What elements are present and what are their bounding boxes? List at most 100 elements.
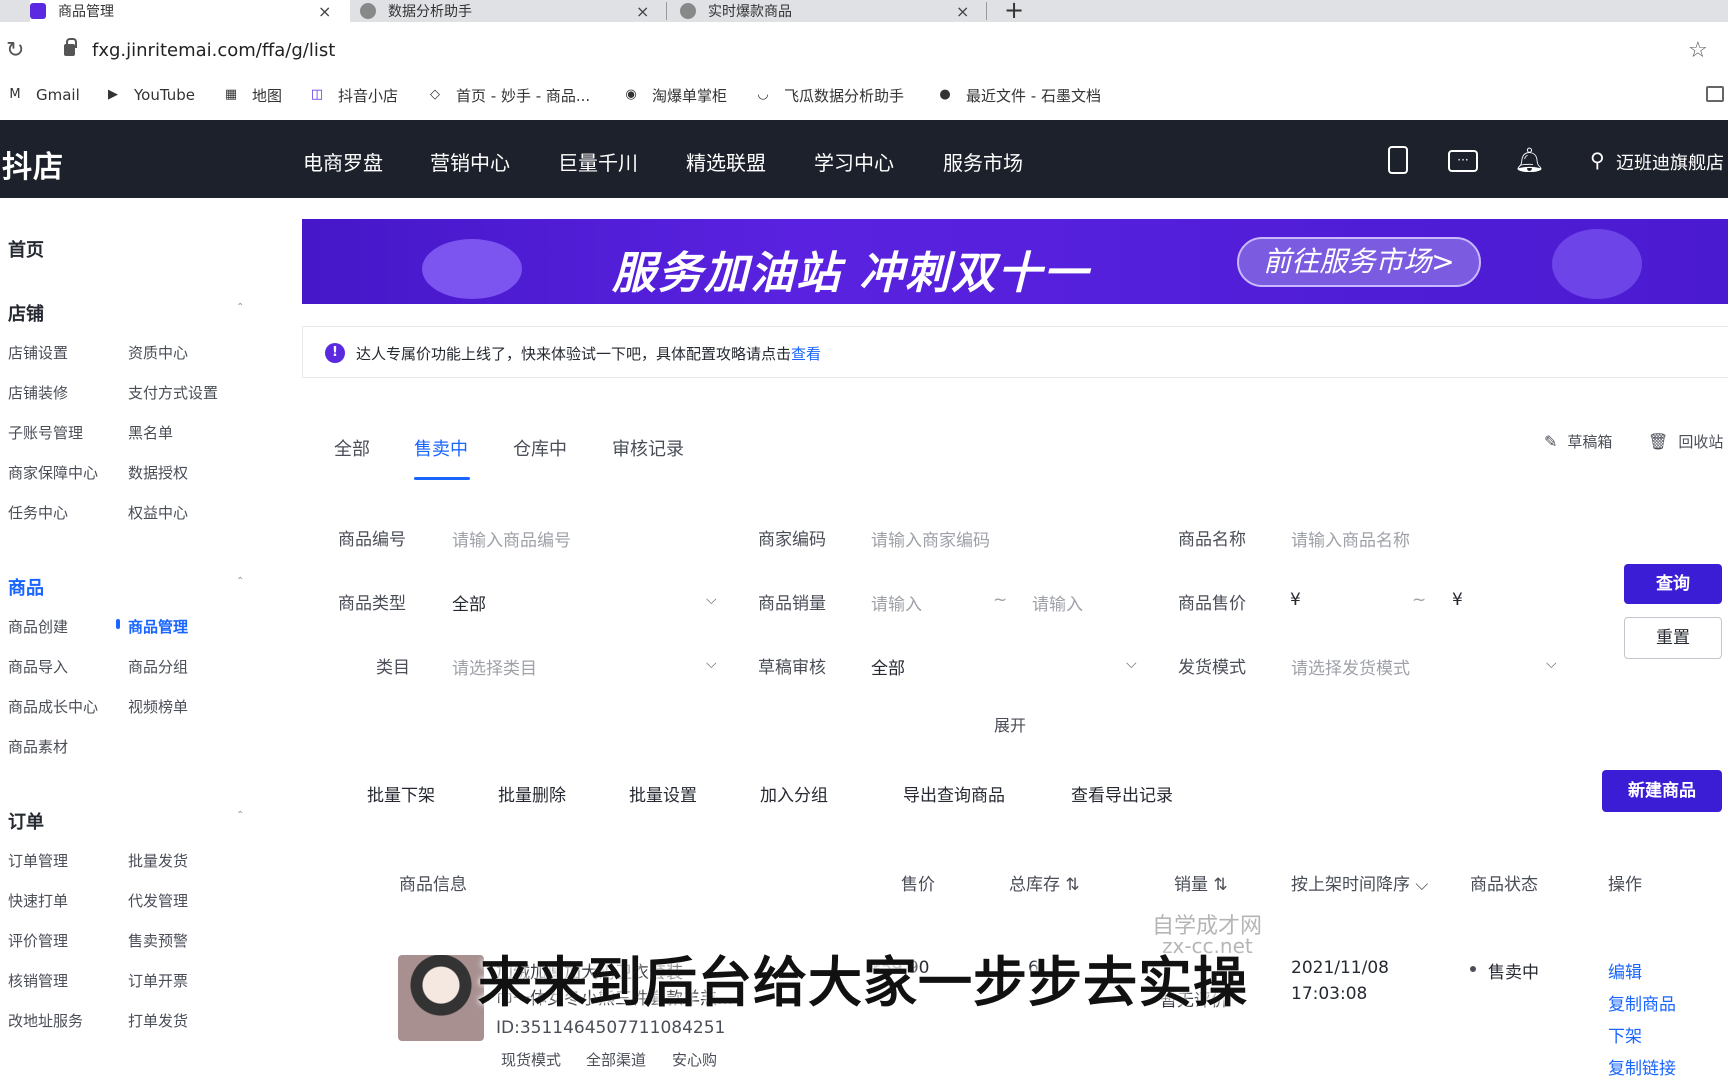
tab-on-sale[interactable]: 售卖中 [414, 435, 468, 461]
column-header-stock[interactable]: 总库存 ⇅ [1009, 870, 1080, 895]
product-thumbnail[interactable] [398, 955, 484, 1041]
sidebar-item[interactable]: 订单开票 [128, 970, 188, 991]
sidebar-item[interactable]: 评价管理 [8, 930, 68, 951]
copy-url-link[interactable]: 复制链接 [1608, 1054, 1676, 1079]
mobile-icon[interactable] [1388, 146, 1408, 174]
query-button[interactable]: 查询 [1624, 564, 1722, 604]
sidebar-item[interactable]: 店铺装修 [8, 382, 68, 403]
sidebar-item[interactable]: 商品分组 [128, 656, 188, 677]
sales-max-input[interactable]: 请输入 [1032, 590, 1083, 615]
chevron-down-icon[interactable]: ⌵ [706, 656, 717, 672]
add-to-group-button[interactable]: 加入分组 [760, 781, 828, 806]
url-field[interactable]: fxg.jinritemai.com/ffa/g/list [92, 40, 335, 61]
sidebar-item[interactable]: 商品导入 [8, 656, 68, 677]
app-logo[interactable]: 抖店 [2, 142, 64, 186]
product-name-input[interactable]: 请输入商品名称 [1291, 526, 1410, 551]
bookmark-feigua[interactable]: ◡ 飞瓜数据分析助手 [754, 84, 904, 106]
sidebar-item[interactable]: 权益中心 [128, 502, 188, 523]
sidebar-item[interactable]: 商品创建 [8, 616, 68, 637]
nav-item-alliance[interactable]: 精选联盟 [686, 147, 766, 176]
chevron-up-icon[interactable]: ⌃ [236, 810, 244, 821]
chevron-up-icon[interactable]: ⌃ [236, 302, 244, 313]
sidebar-item[interactable]: 改地址服务 [8, 1010, 83, 1031]
chevron-down-icon[interactable]: ⌵ [1546, 656, 1557, 672]
sidebar-item[interactable]: 代发管理 [128, 890, 188, 911]
bookmark-miaoshou[interactable]: ◇ 首页 - 妙手 - 商品... [426, 84, 590, 106]
sidebar-item[interactable]: 黑名单 [128, 422, 173, 443]
bookmark-douyin-shop[interactable]: ◫ 抖音小店 [308, 84, 398, 106]
price-min-input[interactable]: ¥ [1290, 590, 1301, 610]
chevron-up-icon[interactable]: ⌃ [236, 576, 244, 587]
new-tab-button[interactable]: + [1004, 0, 1024, 24]
ship-mode-select[interactable]: 请选择发货模式 [1291, 654, 1410, 679]
tab-review-records[interactable]: 审核记录 [612, 435, 684, 461]
browser-tab-active[interactable]: 商品管理 × [30, 0, 350, 22]
notice-link[interactable]: 查看 [791, 345, 821, 363]
bookmarks-more-icon[interactable] [1706, 86, 1724, 102]
sidebar-group-orders[interactable]: 订单 [8, 808, 44, 834]
chevron-down-icon[interactable]: ⌵ [1126, 656, 1137, 672]
banner-cta-button[interactable]: 前往服务市场> [1237, 237, 1481, 287]
sidebar-item[interactable]: 批量发货 [128, 850, 188, 871]
sidebar-item[interactable]: 商品素材 [8, 736, 68, 757]
bookmark-gmail[interactable]: M Gmail [6, 84, 79, 106]
copy-product-link[interactable]: 复制商品 [1608, 990, 1676, 1015]
shop-name[interactable]: 迈班迪旗舰店 [1616, 149, 1724, 175]
browser-tab[interactable]: 实时爆款商品 × [680, 0, 980, 22]
expand-filters-link[interactable]: 展开 [994, 712, 1026, 736]
export-products-button[interactable]: 导出查询商品 [903, 781, 1005, 806]
sidebar-item[interactable]: 店铺设置 [8, 342, 68, 363]
sidebar-item[interactable]: 售卖预警 [128, 930, 188, 951]
browser-tab[interactable]: 数据分析助手 × [360, 0, 660, 22]
product-type-select[interactable]: 全部 [452, 590, 486, 615]
batch-settings-button[interactable]: 批量设置 [629, 781, 697, 806]
sidebar-item[interactable]: 商品成长中心 [8, 696, 98, 717]
tab-all[interactable]: 全部 [334, 435, 370, 461]
new-product-button[interactable]: 新建商品 [1602, 770, 1722, 812]
nav-item-service-market[interactable]: 服务市场 [943, 147, 1023, 176]
edit-link[interactable]: 编辑 [1608, 958, 1642, 983]
bookmark-maps[interactable]: ▦ 地图 [222, 84, 282, 106]
nav-item-compass[interactable]: 电商罗盘 [303, 147, 383, 176]
column-header-sort-time[interactable]: 按上架时间降序 ⌵ [1291, 870, 1428, 895]
merchant-code-input[interactable]: 请输入商家编码 [871, 526, 990, 551]
bookmark-taobaodan[interactable]: ◉ 淘爆单掌柜 [622, 84, 727, 106]
drafts-button[interactable]: ✎ 草稿箱 [1544, 431, 1612, 452]
sidebar-group-product[interactable]: 商品 [8, 574, 44, 600]
view-export-records-button[interactable]: 查看导出记录 [1071, 781, 1173, 806]
close-icon[interactable]: × [956, 2, 969, 21]
sidebar-item[interactable]: 子账号管理 [8, 422, 83, 443]
product-id-input[interactable]: 请输入商品编号 [452, 526, 571, 551]
column-header-sales[interactable]: 销量 ⇅ [1174, 870, 1228, 895]
batch-delete-button[interactable]: 批量删除 [498, 781, 566, 806]
recycle-button[interactable]: 🗑︎ 回收站 [1648, 431, 1723, 452]
draft-review-select[interactable]: 全部 [871, 654, 905, 679]
chevron-down-icon[interactable]: ⌵ [706, 592, 717, 608]
sidebar-group-shop[interactable]: 店铺 [8, 300, 44, 326]
nav-item-qianchuan[interactable]: 巨量千川 [558, 147, 638, 176]
reload-icon[interactable]: ↻ [6, 38, 24, 63]
batch-offshelf-button[interactable]: 批量下架 [367, 781, 435, 806]
sidebar-item[interactable]: 订单管理 [8, 850, 68, 871]
nav-item-learning[interactable]: 学习中心 [814, 147, 894, 176]
close-icon[interactable]: × [318, 2, 331, 21]
sidebar-item[interactable]: 资质中心 [128, 342, 188, 363]
sidebar-item[interactable]: 支付方式设置 [128, 382, 218, 403]
sales-min-input[interactable]: 请输入 [871, 590, 922, 615]
sidebar-item[interactable]: 视频榜单 [128, 696, 188, 717]
sidebar-item[interactable]: 核销管理 [8, 970, 68, 991]
sidebar-item-product-management[interactable]: 商品管理 [128, 616, 188, 637]
sidebar-home[interactable]: 首页 [8, 236, 44, 262]
nav-item-marketing[interactable]: 营销中心 [430, 147, 510, 176]
reset-button[interactable]: 重置 [1624, 617, 1722, 659]
bookmark-shimo[interactable]: ● 最近文件 - 石墨文档 [936, 84, 1101, 106]
sidebar-item[interactable]: 数据授权 [128, 462, 188, 483]
user-icon[interactable]: ⚲ [1590, 148, 1605, 172]
offshelf-link[interactable]: 下架 [1608, 1022, 1642, 1047]
sidebar-item[interactable]: 商家保障中心 [8, 462, 98, 483]
sidebar-item[interactable]: 打单发货 [128, 1010, 188, 1031]
price-max-input[interactable]: ¥ [1452, 590, 1463, 610]
close-icon[interactable]: × [636, 2, 649, 21]
promo-banner[interactable]: 服务加油站 冲刺双十一 前往服务市场> [302, 219, 1728, 304]
bookmark-youtube[interactable]: ▶ YouTube [104, 84, 195, 106]
